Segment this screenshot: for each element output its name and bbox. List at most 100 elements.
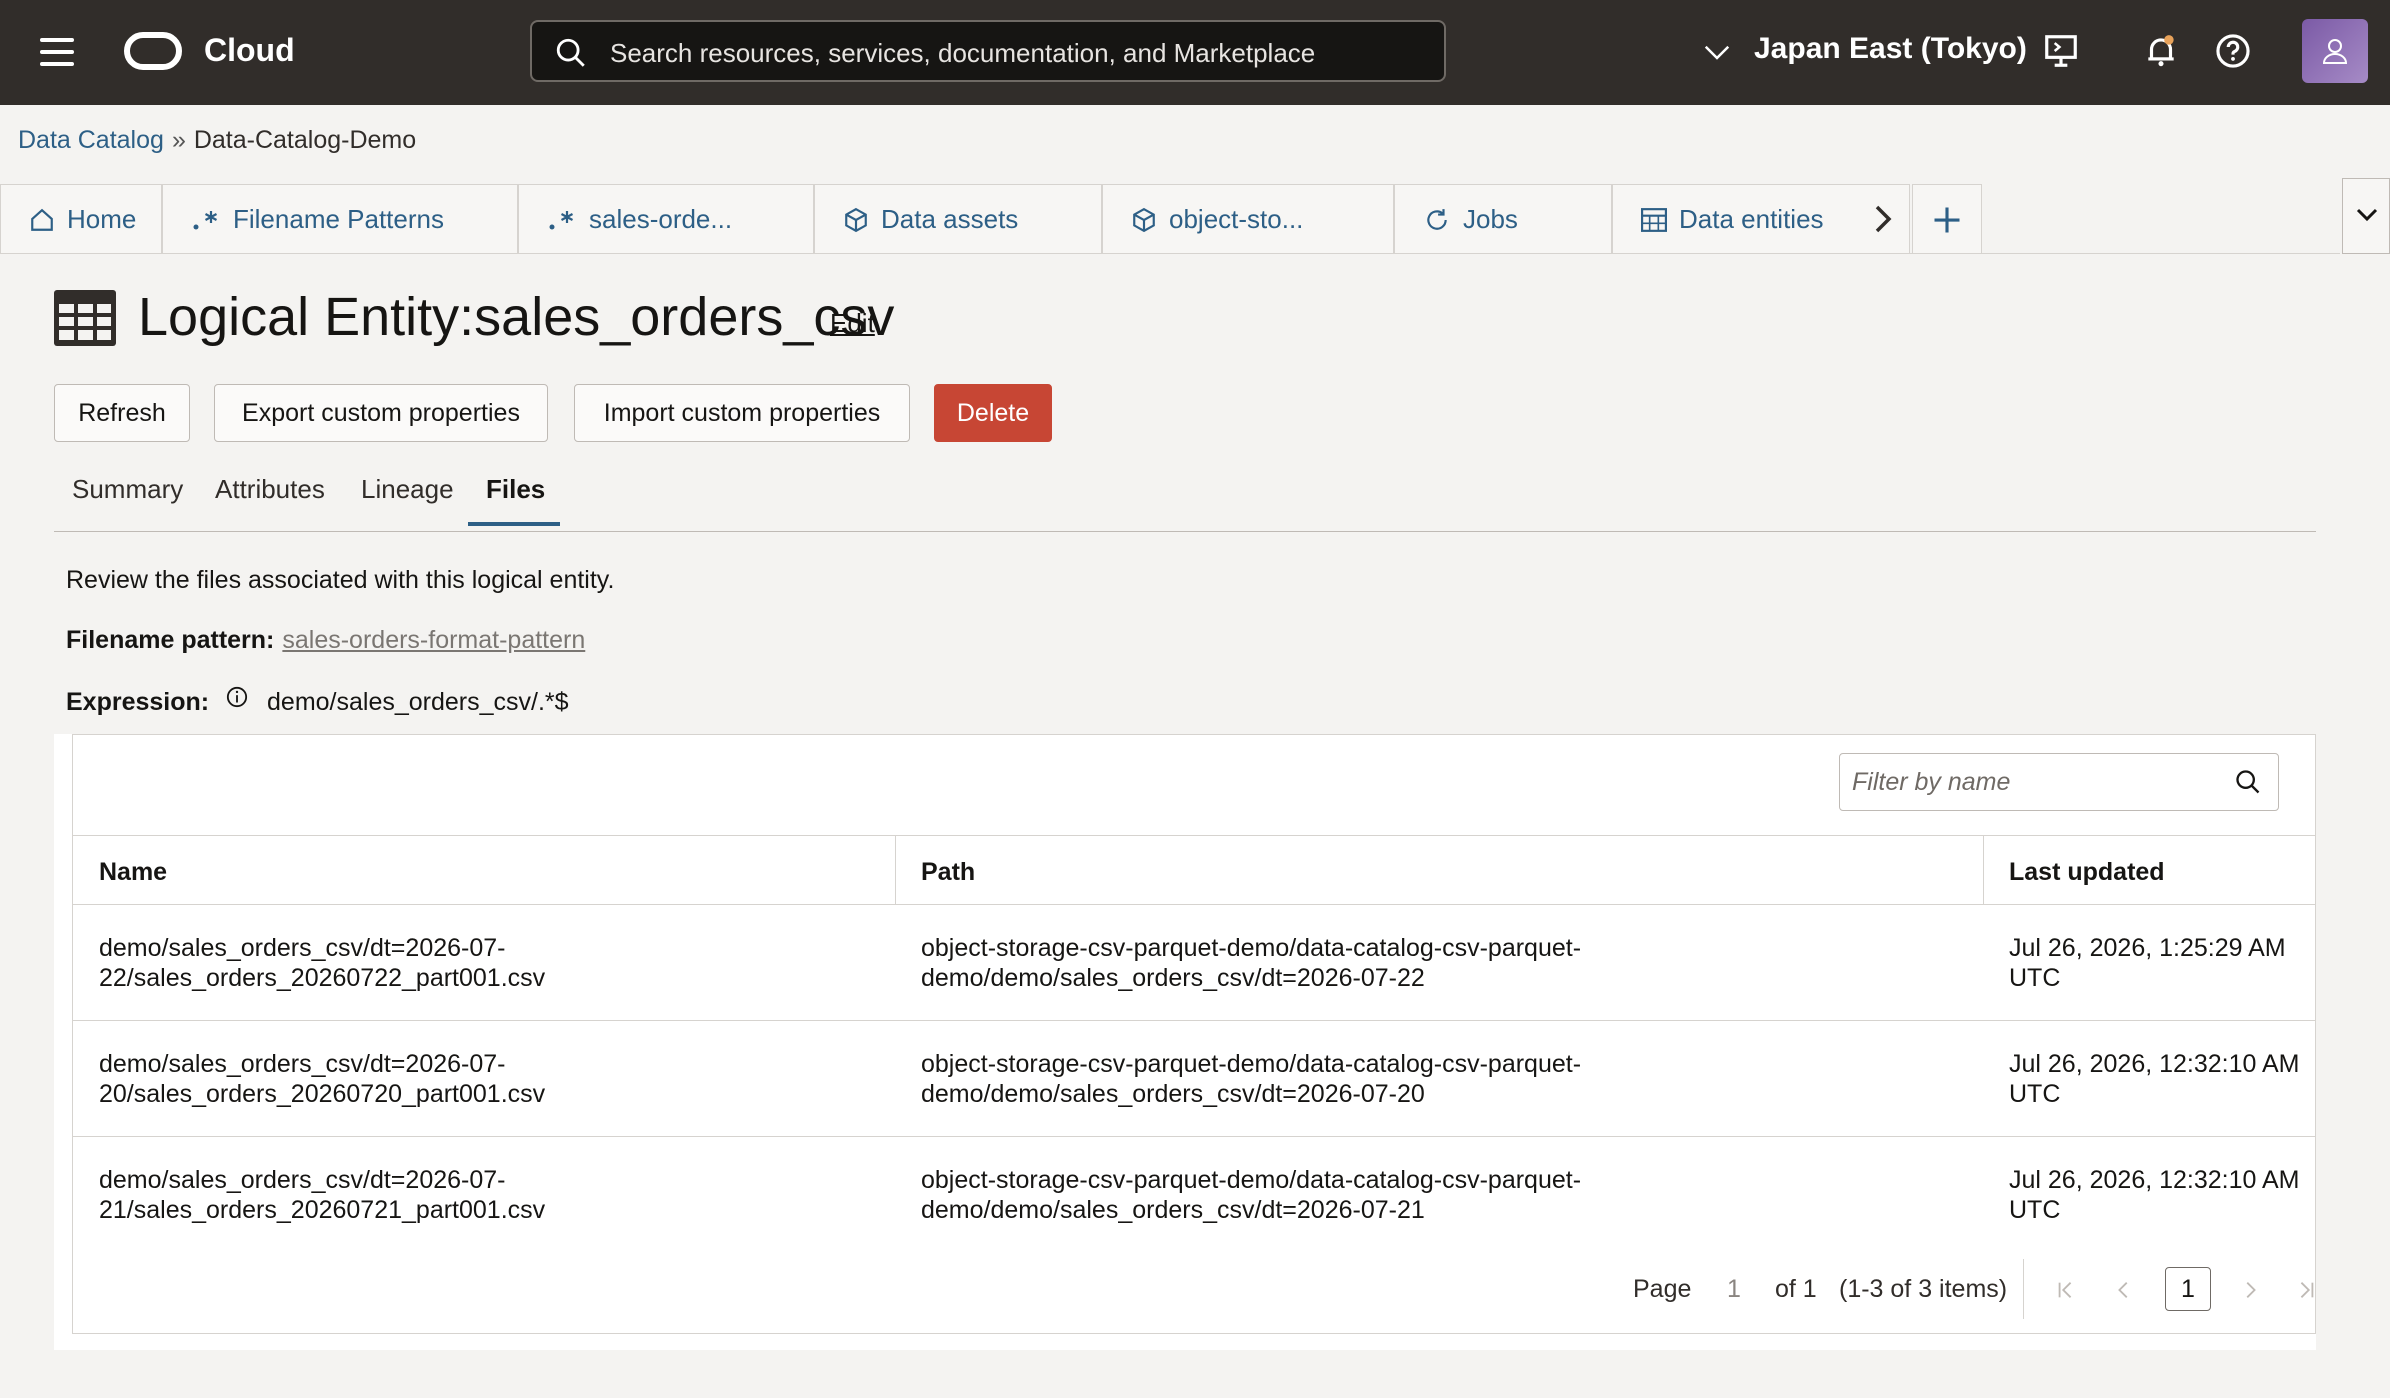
top-bar: Cloud Search resources, services, docume…: [0, 0, 2390, 105]
expression-label: Expression:: [66, 688, 210, 716]
breadcrumb: Data Catalog» Data-Catalog-Demo: [18, 126, 416, 155]
filename-pattern-label: Filename pattern:: [66, 626, 275, 654]
breadcrumb-current: Data-Catalog-Demo: [193, 126, 417, 154]
cube-icon: [843, 207, 869, 233]
expression-row: Expression: demo/sales_orders_csv/.*$: [66, 686, 569, 717]
refresh-button[interactable]: Refresh: [54, 384, 190, 442]
tab-label: Jobs: [1463, 204, 1518, 234]
plus-icon: [1934, 207, 1960, 232]
tabs-divider: [0, 253, 2340, 254]
table-row[interactable]: demo/sales_orders_csv/dt=2026-07- 20/sal…: [73, 1021, 2315, 1137]
cloud-logo-icon[interactable]: [124, 32, 182, 70]
search-placeholder: Search resources, services, documentatio…: [610, 38, 1316, 68]
regex-icon: [191, 207, 221, 233]
tab-attributes[interactable]: Attributes: [215, 474, 325, 505]
table-header: Name Path Last updated: [73, 835, 2315, 905]
files-table: Filter by name Name Path Last updated de…: [72, 734, 2316, 1334]
delete-button[interactable]: Delete: [934, 384, 1052, 442]
subtabs-divider: [54, 531, 2316, 532]
cube-icon: [1131, 207, 1157, 233]
edit-link[interactable]: Edit: [830, 308, 875, 339]
file-name-cell: demo/sales_orders_csv/dt=2026-07- 20/sal…: [99, 1050, 546, 1108]
next-page-icon[interactable]: [2239, 1279, 2261, 1301]
search-icon: [556, 38, 585, 67]
file-path-cell: object-storage-csv-parquet-demo/data-cat…: [921, 1166, 1582, 1224]
export-custom-properties-button[interactable]: Export custom properties: [214, 384, 548, 442]
breadcrumb-separator: »: [171, 126, 186, 154]
column-divider: [1983, 835, 1984, 905]
files-description: Review the files associated with this lo…: [66, 566, 615, 594]
refresh-icon: [1423, 207, 1451, 233]
last-updated-cell: Jul 26, 2026, 12:32:10 AM UTC: [2009, 1166, 2300, 1224]
tab-label: Data entities: [1679, 204, 1824, 234]
regex-icon: [547, 207, 577, 233]
filter-placeholder: Filter by name: [1852, 768, 2011, 796]
page-title: Logical Entity:sales_orders_csv: [138, 287, 895, 347]
table-row[interactable]: demo/sales_orders_csv/dt=2026-07- 22/sal…: [73, 905, 2315, 1021]
chevron-down-icon[interactable]: [1700, 38, 1734, 68]
tab-jobs[interactable]: Jobs: [1394, 184, 1612, 254]
user-avatar[interactable]: [2302, 19, 2368, 83]
user-icon: [2322, 39, 2348, 64]
tab-files[interactable]: Files: [486, 474, 545, 505]
file-name-cell: demo/sales_orders_csv/dt=2026-07- 21/sal…: [99, 1166, 546, 1224]
workspace-tabs: Home Filename Patterns sales-orde... Dat…: [0, 184, 2390, 254]
last-updated-cell: Jul 26, 2026, 1:25:29 AM UTC: [2009, 934, 2286, 992]
expression-value: demo/sales_orders_csv/.*$: [267, 688, 569, 716]
file-name-cell: demo/sales_orders_csv/dt=2026-07- 22/sal…: [99, 934, 546, 992]
table-icon: [54, 290, 116, 346]
tab-sales-orders[interactable]: sales-orde...: [518, 184, 814, 254]
file-path-cell: object-storage-csv-parquet-demo/data-cat…: [921, 1050, 1582, 1108]
search-input[interactable]: Search resources, services, documentatio…: [530, 20, 1446, 82]
tab-home[interactable]: Home: [0, 184, 162, 254]
add-tab-button[interactable]: [1912, 184, 1982, 254]
tab-filename-patterns[interactable]: Filename Patterns: [162, 184, 518, 254]
help-icon[interactable]: [2214, 32, 2252, 70]
home-icon: [29, 207, 55, 233]
column-divider: [895, 835, 896, 905]
page-of-label: of 1: [1775, 1275, 1817, 1303]
last-page-icon[interactable]: [2295, 1279, 2317, 1301]
column-header-name[interactable]: Name: [99, 858, 167, 887]
active-tab-indicator: [468, 522, 560, 526]
tab-label: Data assets: [881, 204, 1019, 234]
page-input[interactable]: 1: [1727, 1275, 1741, 1304]
column-header-last-updated[interactable]: Last updated: [2009, 858, 2165, 887]
tab-label: object-sto...: [1169, 204, 1304, 234]
tab-label: sales-orde...: [589, 204, 733, 234]
tab-label: Home: [67, 204, 137, 234]
breadcrumb-data-catalog[interactable]: Data Catalog: [18, 126, 164, 154]
tab-label: Filename Patterns: [233, 204, 444, 234]
tab-summary[interactable]: Summary: [72, 474, 183, 505]
info-icon[interactable]: [226, 686, 248, 708]
tab-lineage[interactable]: Lineage: [361, 474, 454, 505]
cloud-shell-icon[interactable]: [2042, 32, 2080, 70]
column-header-path[interactable]: Path: [921, 858, 975, 887]
page-label: Page: [1633, 1275, 1692, 1303]
filename-pattern-row: Filename pattern: sales-orders-format-pat…: [66, 626, 585, 655]
chevron-down-icon: [2356, 208, 2378, 222]
table-row[interactable]: demo/sales_orders_csv/dt=2026-07- 21/sal…: [73, 1137, 2315, 1253]
chevron-right-icon: [1875, 205, 1892, 233]
pagination-divider: [2023, 1259, 2024, 1319]
table-icon: [1641, 207, 1667, 232]
filename-pattern-link[interactable]: sales-orders-format-pattern: [282, 626, 585, 654]
tabs-overflow-button[interactable]: [2342, 178, 2390, 254]
tabs-scroll-right[interactable]: [1856, 184, 1910, 254]
app-name[interactable]: Cloud: [204, 32, 295, 69]
filter-by-name-input[interactable]: Filter by name: [1839, 753, 2279, 811]
items-count: (1-3 of 3 items): [1839, 1275, 2008, 1303]
search-icon[interactable]: [2234, 768, 2262, 796]
tab-object-storage[interactable]: object-sto...: [1102, 184, 1394, 254]
first-page-icon[interactable]: [2055, 1279, 2077, 1301]
region-selector[interactable]: Japan East (Tokyo): [1754, 32, 2027, 66]
last-updated-cell: Jul 26, 2026, 12:32:10 AM UTC: [2009, 1050, 2300, 1108]
files-panel: Filter by name Name Path Last updated de…: [54, 734, 2316, 1350]
previous-page-icon[interactable]: [2113, 1279, 2135, 1301]
notification-bell-icon[interactable]: [2142, 32, 2180, 70]
current-page-button[interactable]: 1: [2165, 1267, 2211, 1311]
import-custom-properties-button[interactable]: Import custom properties: [574, 384, 910, 442]
tab-data-assets[interactable]: Data assets: [814, 184, 1102, 254]
hamburger-menu-icon[interactable]: [40, 38, 74, 66]
file-path-cell: object-storage-csv-parquet-demo/data-cat…: [921, 934, 1582, 992]
